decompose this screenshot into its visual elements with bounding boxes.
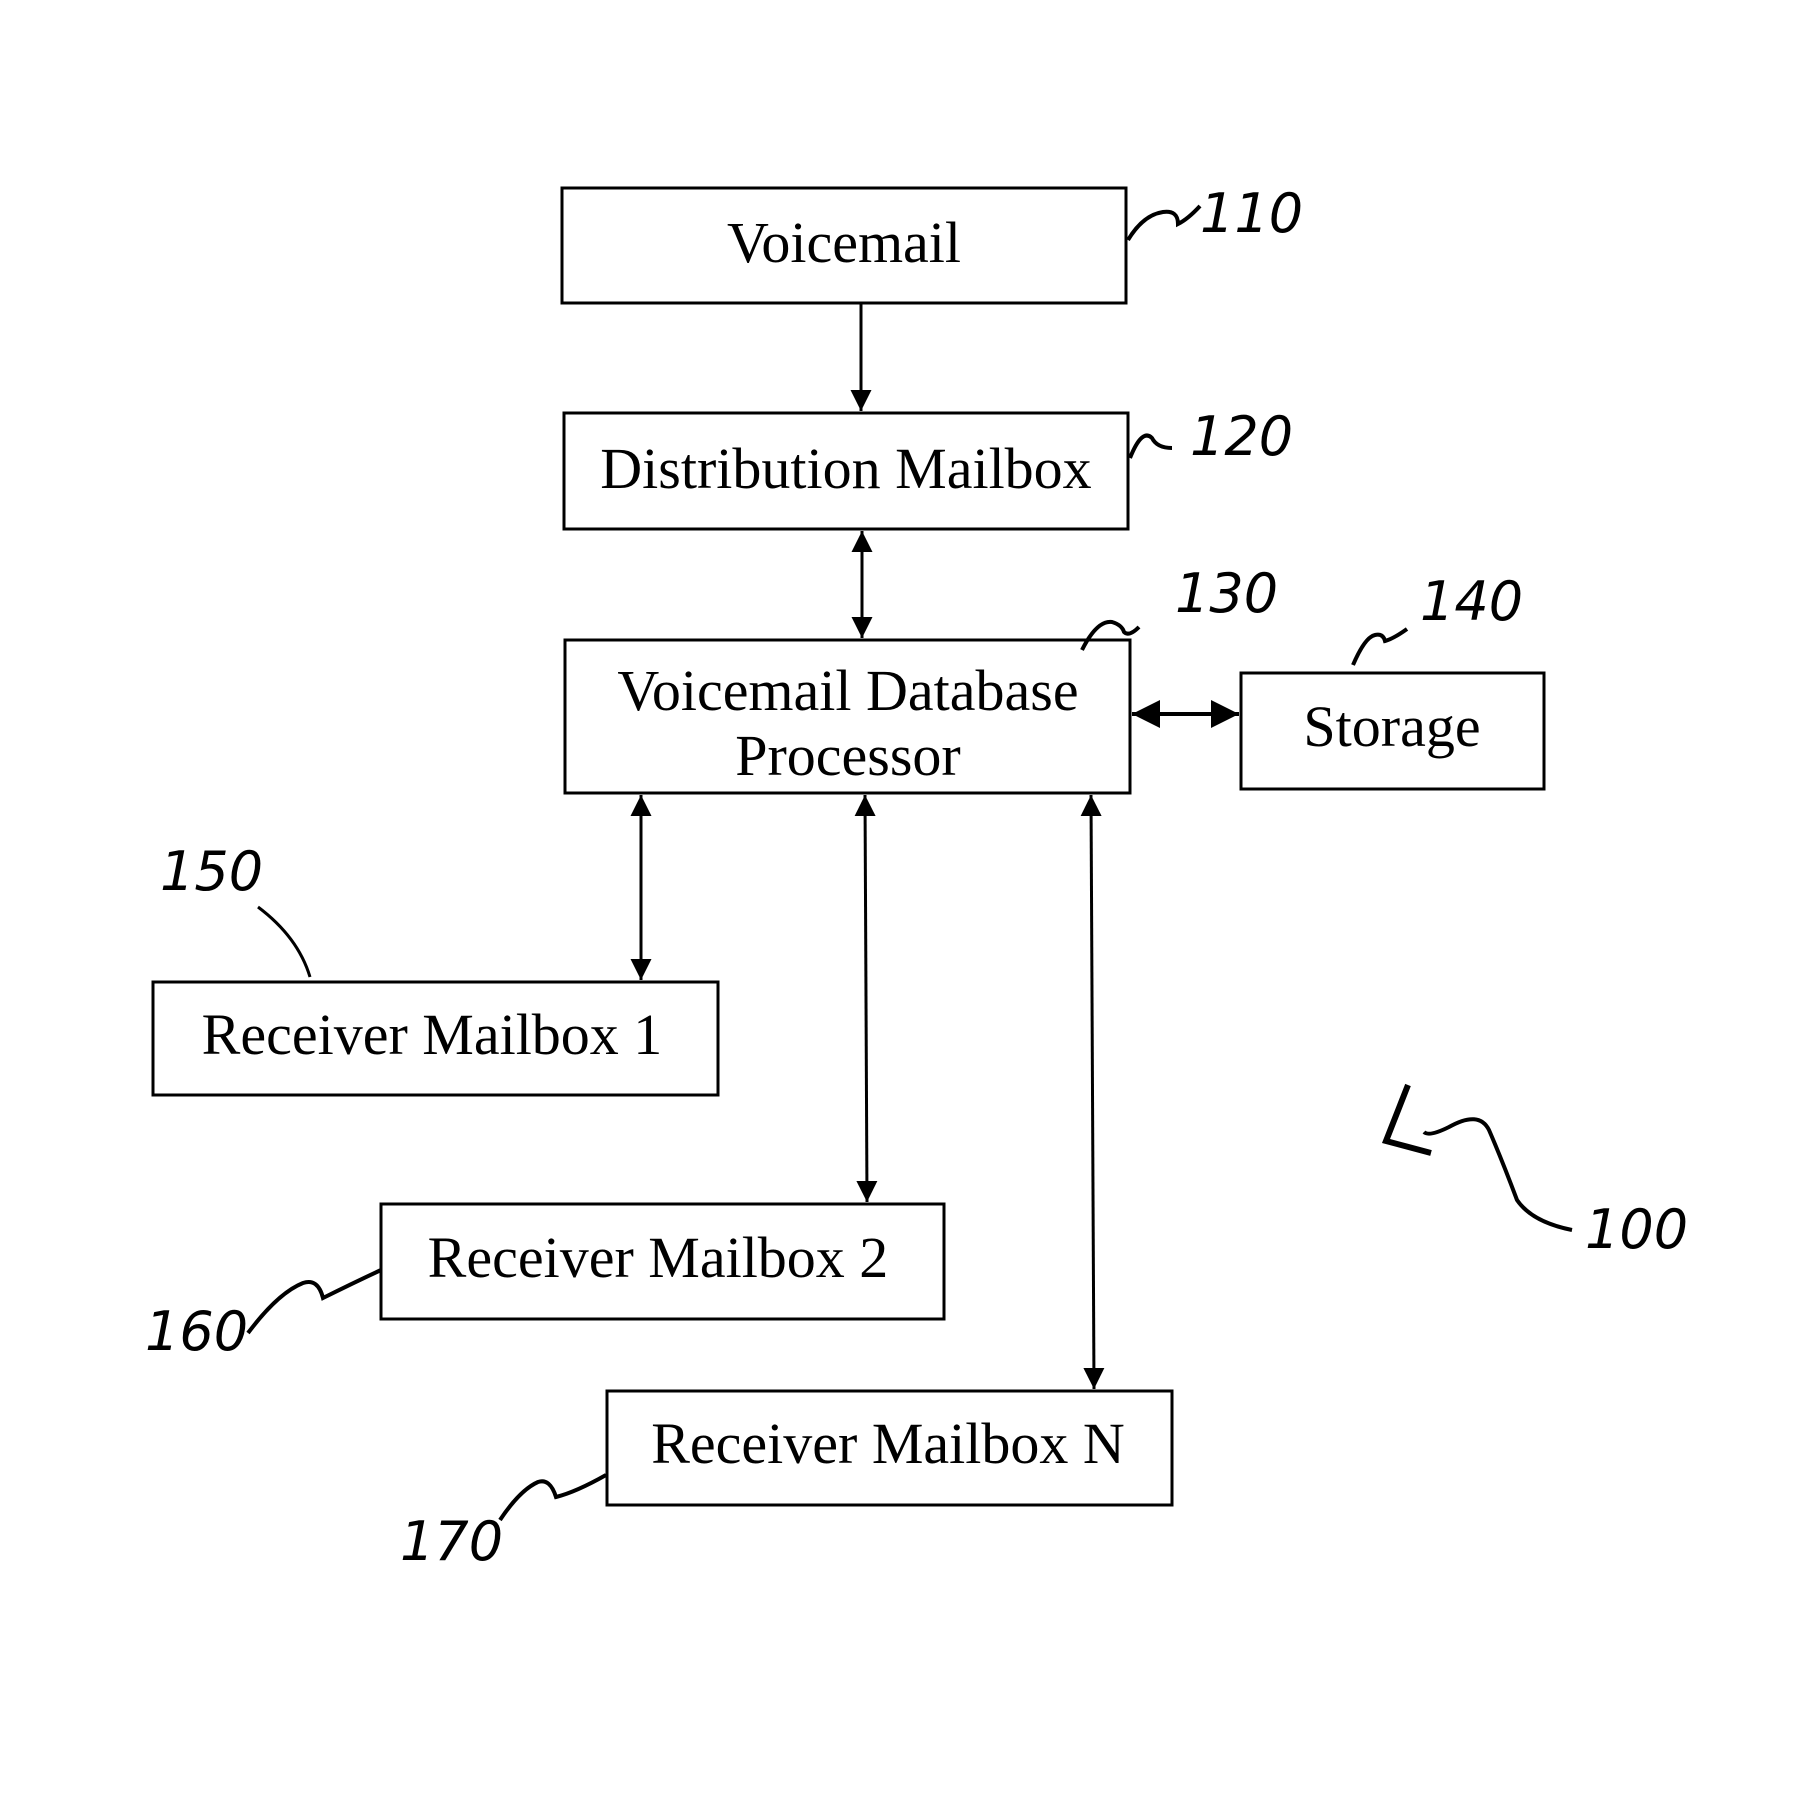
leader-170 (498, 1473, 607, 1522)
node-rm1-label: Receiver Mailbox 1 (202, 1002, 663, 1067)
node-receiver-mailbox-2: Receiver Mailbox 2 (379, 1202, 946, 1321)
node-voicemail-label: Voicemail (727, 210, 961, 275)
figure-100-arrowhead (1381, 1083, 1432, 1156)
edge-vdp-rmn (1080, 794, 1105, 1390)
diagram-svg: Voicemail Distribution Mailbox Voicemail… (145, 182, 1688, 1573)
node-voicemail-database-processor: Voicemail Database Processor (563, 638, 1132, 795)
ref-170: 170 (400, 1510, 503, 1573)
node-receiver-mailbox-n: Receiver Mailbox N (605, 1389, 1174, 1507)
leader-150 (257, 905, 312, 978)
leader-140 (1351, 627, 1409, 666)
node-rm2-label: Receiver Mailbox 2 (428, 1225, 889, 1290)
ref-160: 160 (145, 1300, 248, 1363)
ref-110: 110 (1200, 182, 1303, 245)
node-voicemail: Voicemail (560, 186, 1128, 305)
node-vdp-label-line1: Voicemail Database (617, 658, 1078, 723)
node-vdp-label-line2: Processor (735, 723, 961, 788)
leader-110 (1126, 204, 1202, 242)
node-distribution-mailbox: Distribution Mailbox (562, 411, 1130, 531)
figure-100-arrow (1422, 1117, 1573, 1232)
leader-120 (1128, 433, 1173, 459)
node-storage: Storage (1239, 671, 1546, 791)
leader-160 (246, 1268, 382, 1335)
diagram-canvas: Voicemail Distribution Mailbox Voicemail… (0, 0, 1797, 1807)
ref-130: 130 (1175, 562, 1278, 625)
node-receiver-mailbox-1: Receiver Mailbox 1 (151, 980, 720, 1097)
ref-100: 100 (1585, 1198, 1688, 1261)
node-rmn-label: Receiver Mailbox N (651, 1411, 1125, 1476)
node-distribution-mailbox-label: Distribution Mailbox (600, 436, 1091, 501)
ref-120: 120 (1190, 405, 1293, 468)
edge-vdp-rm2 (854, 794, 878, 1203)
ref-150: 150 (160, 840, 263, 903)
node-storage-label: Storage (1303, 694, 1480, 759)
ref-140: 140 (1420, 570, 1523, 633)
